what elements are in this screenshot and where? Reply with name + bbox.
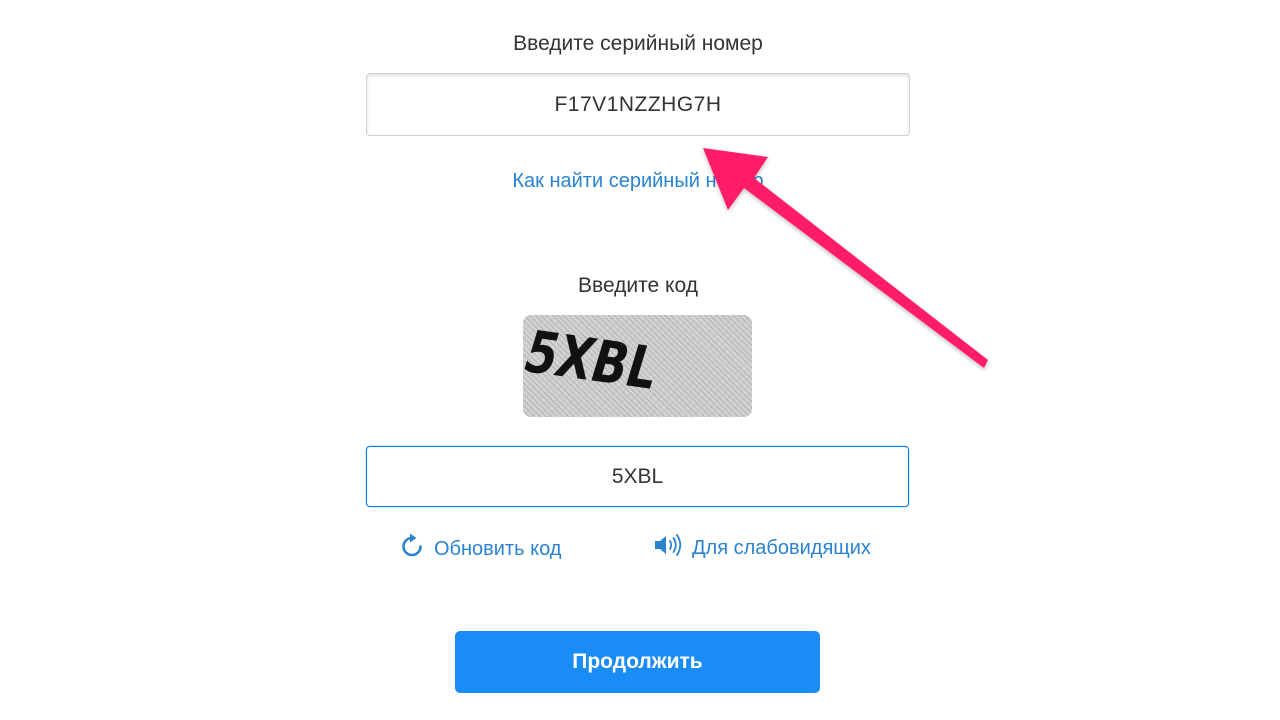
- captcha-image: 5XBL: [523, 315, 752, 417]
- audio-captcha-link[interactable]: Для слабовидящих: [654, 532, 871, 564]
- captcha-image-text: 5XBL: [523, 317, 662, 403]
- find-serial-number-link[interactable]: Как найти серийный номер: [338, 170, 938, 193]
- audio-captcha-label: Для слабовидящих: [692, 536, 871, 559]
- serial-number-input[interactable]: F17V1NZZHG7H: [366, 73, 910, 136]
- captcha-image-graphic: 5XBL: [523, 317, 662, 403]
- continue-button[interactable]: Продолжить: [455, 631, 820, 693]
- captcha-input[interactable]: 5XBL: [366, 446, 909, 507]
- serial-number-label: Введите серийный номер: [513, 32, 763, 55]
- refresh-code-link[interactable]: Обновить код: [400, 532, 561, 566]
- speaker-icon: [654, 532, 684, 564]
- refresh-icon: [400, 532, 426, 566]
- refresh-code-label: Обновить код: [434, 537, 562, 560]
- captcha-label: Введите код: [578, 274, 698, 297]
